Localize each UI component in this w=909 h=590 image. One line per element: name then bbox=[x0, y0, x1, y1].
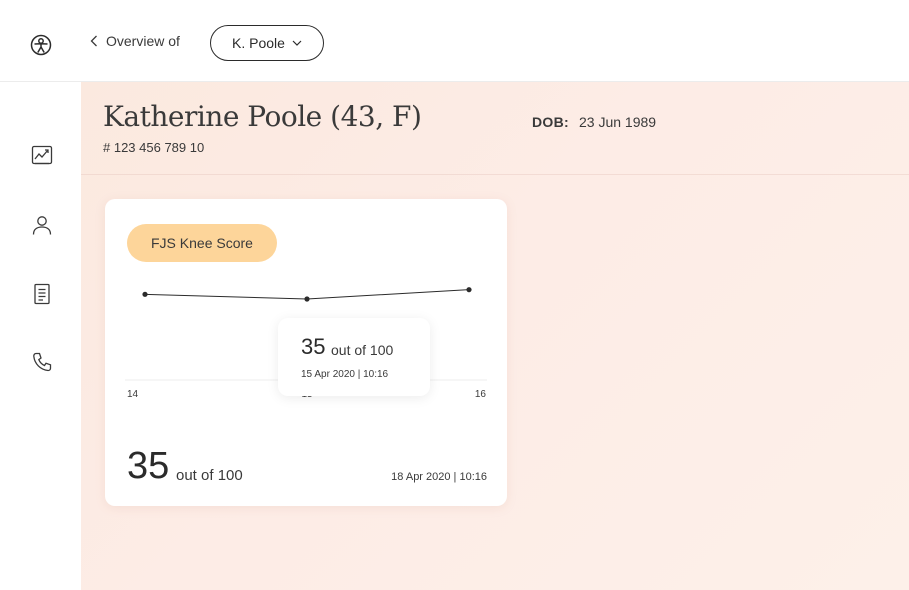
x-tick-label: 16 bbox=[475, 389, 487, 400]
app-logo-icon[interactable] bbox=[30, 34, 52, 56]
tooltip-out-of: out of 100 bbox=[331, 342, 394, 358]
document-list-icon[interactable] bbox=[31, 283, 53, 305]
chevron-left-icon bbox=[90, 35, 97, 47]
dob-label: DOB: bbox=[532, 114, 569, 130]
score-badge: FJS Knee Score bbox=[127, 224, 277, 262]
latest-score-out-of: out of 100 bbox=[176, 467, 243, 484]
data-point[interactable] bbox=[304, 296, 310, 302]
chart-tooltip: 35 out of 100 15 Apr 2020 | 10:16 bbox=[278, 318, 430, 396]
tooltip-value: 35 bbox=[301, 334, 326, 359]
top-bar: Overview of K. Poole bbox=[0, 0, 909, 82]
main-content: Katherine Poole (43, F) # 123 456 789 10… bbox=[81, 82, 909, 590]
dob-value: 23 Jun 1989 bbox=[578, 114, 657, 130]
phone-icon[interactable] bbox=[31, 351, 53, 373]
back-link-label: Overview of bbox=[106, 33, 180, 49]
patient-name: Katherine Poole (43, F) bbox=[103, 100, 422, 133]
sidebar bbox=[0, 82, 81, 590]
patient-id: # 123 456 789 10 bbox=[103, 140, 205, 155]
data-point[interactable] bbox=[466, 287, 472, 293]
back-link[interactable]: Overview of bbox=[90, 33, 180, 49]
chevron-down-icon bbox=[292, 40, 302, 46]
tooltip-date: 15 Apr 2020 | 10:16 bbox=[301, 369, 389, 380]
latest-score-value: 35 bbox=[127, 445, 170, 487]
latest-score-date: 18 Apr 2020 | 10:16 bbox=[391, 471, 487, 483]
header-divider bbox=[81, 174, 909, 175]
score-card[interactable]: 141516 FJS Knee Score 35 out of 100 15 A… bbox=[105, 199, 507, 506]
patient-selector-label: K. Poole bbox=[232, 35, 285, 51]
x-tick-label: 14 bbox=[127, 389, 139, 400]
person-icon[interactable] bbox=[31, 214, 53, 236]
patient-selector[interactable]: K. Poole bbox=[210, 25, 324, 61]
trend-chart-icon[interactable] bbox=[31, 144, 53, 166]
dob: DOB: 23 Jun 1989 bbox=[532, 114, 656, 130]
data-point[interactable] bbox=[142, 291, 148, 297]
